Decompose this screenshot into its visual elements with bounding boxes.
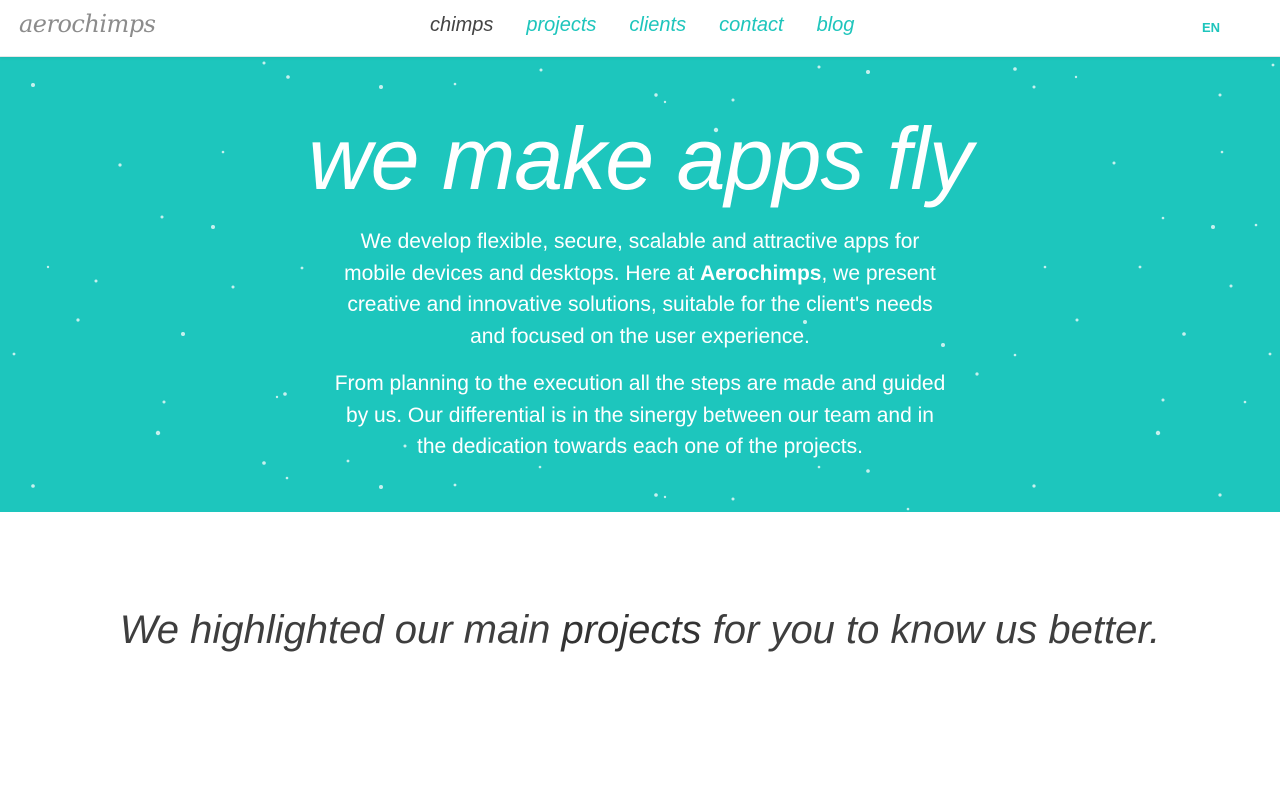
main-nav: chimps projects clients contact blog	[430, 14, 854, 37]
hero-section: we make apps fly We develop flexible, se…	[0, 57, 1280, 512]
projects-highlight-heading: We highlighted our main projects for you…	[0, 602, 1280, 658]
highlight-projects-emphasis: projects	[561, 608, 702, 652]
nav-item-clients[interactable]: clients	[629, 14, 686, 37]
highlight-text-2: for you to know us better.	[701, 608, 1161, 652]
hero-title: we make apps fly	[308, 109, 973, 208]
nav-item-blog[interactable]: blog	[817, 14, 855, 37]
top-navbar: aerochimps chimps projects clients conta…	[0, 0, 1280, 57]
highlight-text-1: We highlighted our main	[119, 608, 562, 652]
nav-item-contact[interactable]: contact	[719, 14, 783, 37]
hero-intro-paragraph: We develop flexible, secure, scalable an…	[330, 226, 950, 352]
brand-logo[interactable]: aerochimps	[19, 10, 156, 38]
hero-brand-name: Aerochimps	[700, 261, 822, 285]
nav-item-projects[interactable]: projects	[526, 14, 596, 37]
nav-item-chimps[interactable]: chimps	[430, 14, 493, 37]
hero-process-paragraph: From planning to the execution all the s…	[334, 372, 946, 458]
language-switch[interactable]: EN	[1202, 20, 1220, 35]
